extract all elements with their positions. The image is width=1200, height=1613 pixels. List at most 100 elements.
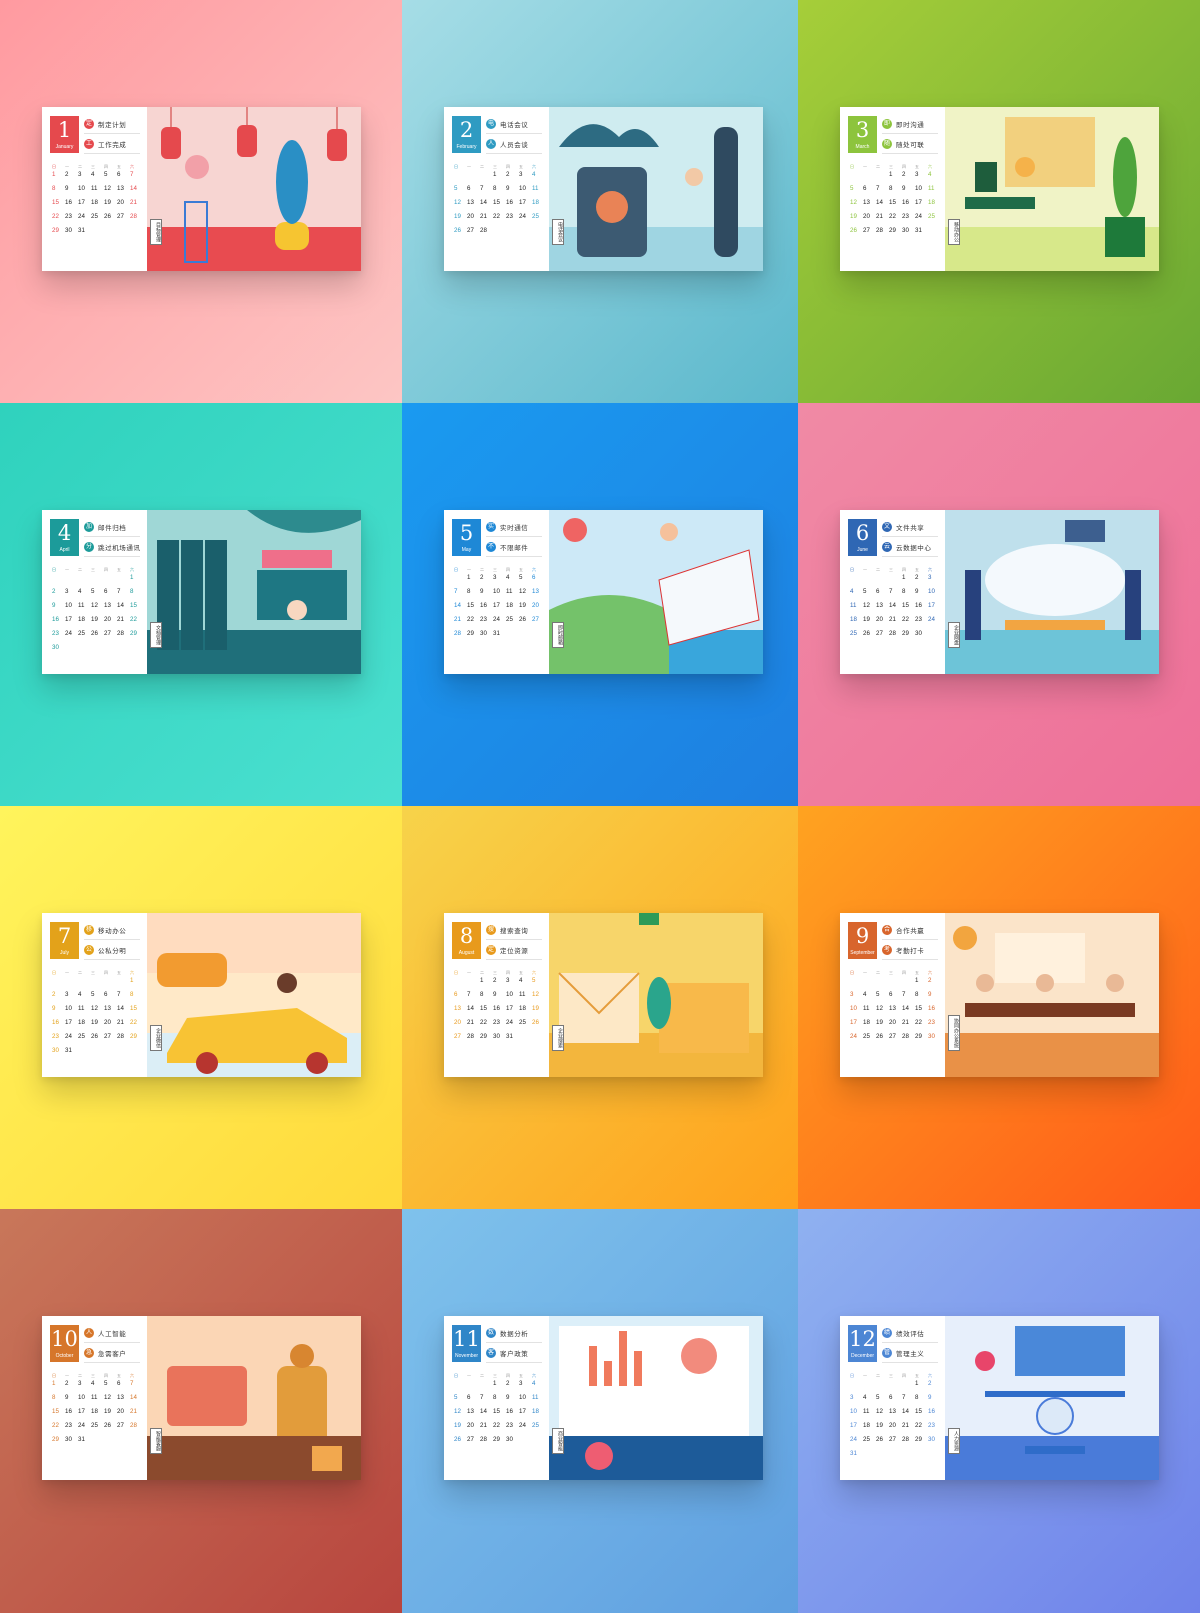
calendar-day[interactable]: 31 [493,629,506,643]
calendar-day[interactable]: 10 [65,1004,78,1018]
calendar-day[interactable]: 7 [467,990,480,1004]
calendar-day[interactable]: 2 [65,1379,78,1393]
task-item[interactable]: 合合作共赢 [882,922,924,937]
calendar-day[interactable]: 27 [532,615,545,629]
calendar-day[interactable]: 11 [519,990,532,1004]
calendar-day[interactable]: 6 [467,184,480,198]
calendar-day[interactable]: 6 [454,990,467,1004]
calendar-day[interactable]: 17 [519,1407,532,1421]
calendar-day[interactable]: 25 [91,212,104,226]
calendar-day[interactable]: 21 [454,615,467,629]
calendar-card[interactable]: 8 August 搜搜索查询定定位资源日一二三四五六 1 2 3 4 5 6 7 8 9 10 11 12 1… [444,913,763,1077]
calendar-day[interactable]: 28 [117,629,130,643]
calendar-day[interactable]: 9 [480,587,493,601]
calendar-day[interactable]: 25 [519,1018,532,1032]
calendar-day[interactable]: 12 [91,601,104,615]
calendar-day[interactable]: 1 [493,1379,506,1393]
calendar-day[interactable]: 4 [532,1379,545,1393]
calendar-day[interactable]: 29 [480,1032,493,1046]
calendar-day[interactable]: 24 [78,1421,91,1435]
calendar-day[interactable]: 6 [117,1379,130,1393]
calendar-day[interactable]: 13 [467,198,480,212]
calendar-day[interactable]: 15 [52,1407,65,1421]
calendar-day[interactable]: 17 [506,1004,519,1018]
task-item[interactable]: 人人工智能 [84,1325,126,1340]
calendar-day[interactable]: 13 [117,184,130,198]
calendar-day[interactable]: 20 [454,1018,467,1032]
calendar-day[interactable]: 19 [863,615,876,629]
calendar-day[interactable]: 5 [454,1393,467,1407]
calendar-day[interactable]: 5 [876,1393,889,1407]
calendar-day[interactable]: 9 [902,184,915,198]
calendar-day[interactable]: 25 [506,615,519,629]
calendar-day[interactable]: 30 [902,226,915,240]
calendar-day[interactable]: 5 [532,976,545,990]
calendar-day[interactable]: 9 [506,1393,519,1407]
calendar-day[interactable]: 29 [130,1032,143,1046]
calendar-day[interactable]: 21 [876,212,889,226]
task-item[interactable]: 人人员会谈 [486,136,528,151]
calendar-day[interactable]: 24 [928,615,941,629]
calendar-day[interactable]: 2 [902,170,915,184]
calendar-day[interactable]: 23 [928,1018,941,1032]
task-item[interactable]: 文文件共享 [882,519,924,534]
calendar-day[interactable]: 23 [52,629,65,643]
calendar-day[interactable]: 19 [532,1004,545,1018]
calendar-day[interactable]: 20 [104,615,117,629]
calendar-day[interactable]: 11 [78,1004,91,1018]
task-item[interactable]: 工工作完成 [84,136,126,151]
calendar-day[interactable]: 16 [65,198,78,212]
calendar-day[interactable]: 16 [506,1407,519,1421]
task-item[interactable]: 加邮件归档 [84,519,126,534]
calendar-card[interactable]: 7 July 移移动办公公公私分明日一二三四五六 1 2 3 4 5 6 7 8 9 10 11 12 13 1… [42,913,361,1077]
calendar-day[interactable]: 4 [91,1379,104,1393]
calendar-day[interactable]: 23 [928,1421,941,1435]
calendar-day[interactable]: 10 [519,184,532,198]
calendar-day[interactable]: 14 [876,198,889,212]
calendar-day[interactable]: 14 [889,601,902,615]
calendar-day[interactable]: 18 [91,1407,104,1421]
calendar-day[interactable]: 4 [78,990,91,1004]
calendar-day[interactable]: 25 [863,1032,876,1046]
calendar-day[interactable]: 24 [493,615,506,629]
calendar-day[interactable]: 19 [91,615,104,629]
calendar-day[interactable]: 13 [532,587,545,601]
calendar-day[interactable]: 30 [65,226,78,240]
task-item[interactable]: 分跳过机场通讯 [84,539,141,554]
calendar-day[interactable]: 19 [454,1421,467,1435]
calendar-day[interactable]: 17 [78,1407,91,1421]
calendar-day[interactable]: 12 [519,587,532,601]
calendar-card[interactable]: 4 April 加邮件归档分跳过机场通讯日一二三四五六 1 2 3 4 5 6 7 8 9 10 11 12… [42,510,361,674]
calendar-day[interactable]: 14 [480,198,493,212]
calendar-day[interactable]: 22 [889,212,902,226]
calendar-day[interactable]: 9 [52,601,65,615]
calendar-day[interactable]: 21 [902,1421,915,1435]
calendar-day[interactable]: 20 [876,615,889,629]
calendar-day[interactable]: 8 [52,1393,65,1407]
calendar-day[interactable]: 15 [467,601,480,615]
calendar-day[interactable]: 29 [130,629,143,643]
calendar-day[interactable]: 14 [902,1004,915,1018]
calendar-day[interactable]: 24 [65,629,78,643]
calendar-day[interactable]: 7 [480,1393,493,1407]
calendar-day[interactable]: 26 [863,629,876,643]
calendar-card[interactable]: 6 June 文文件共享云云数据中心日一二三四五六 1 2 3 4 5 6 7 8 9 10 11 12 13… [840,510,1159,674]
calendar-day[interactable]: 27 [454,1032,467,1046]
calendar-day[interactable]: 31 [78,1435,91,1449]
task-item[interactable]: 急急需客户 [84,1345,126,1360]
calendar-day[interactable]: 20 [889,1421,902,1435]
task-item[interactable]: 定定位资源 [486,942,528,957]
calendar-day[interactable]: 27 [467,1435,480,1449]
calendar-day[interactable]: 27 [876,629,889,643]
calendar-day[interactable]: 7 [902,1393,915,1407]
calendar-day[interactable]: 21 [117,1018,130,1032]
calendar-day[interactable]: 7 [902,990,915,1004]
calendar-day[interactable]: 22 [480,1018,493,1032]
calendar-day[interactable]: 12 [454,1407,467,1421]
calendar-day[interactable]: 25 [863,1435,876,1449]
calendar-day[interactable]: 2 [928,1379,941,1393]
calendar-card[interactable]: 5 May 实实时通信不不限邮件日一二三四五六 1 2 3 4 5 6 7 8 9 10 11 12 13 14… [444,510,763,674]
calendar-day[interactable]: 26 [519,615,532,629]
calendar-day[interactable]: 15 [889,198,902,212]
calendar-day[interactable]: 13 [104,601,117,615]
